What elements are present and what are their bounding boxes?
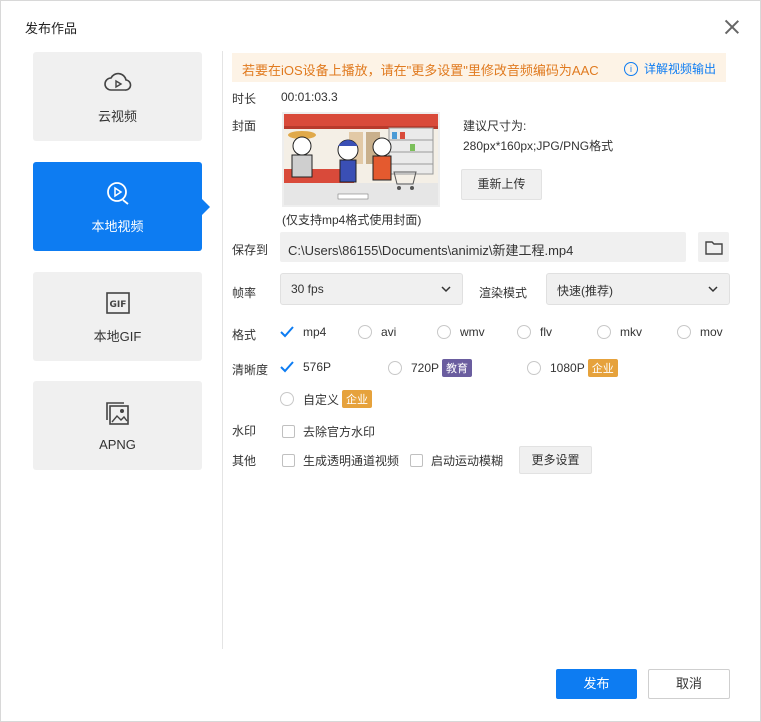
cover-hint-title: 建议尺寸为: xyxy=(463,119,527,133)
radio-circle xyxy=(517,325,531,339)
duration-label: 时长 xyxy=(232,92,257,106)
sidebar-item-local-video[interactable]: 本地视频 xyxy=(33,162,210,251)
checkbox xyxy=(282,454,295,467)
video-output-help-link[interactable]: i 详解视频输出 xyxy=(623,60,716,77)
chevron-down-icon xyxy=(441,286,451,293)
help-link-label: 详解视频输出 xyxy=(643,62,716,76)
publish-button[interactable]: 发布 xyxy=(556,669,637,699)
enterprise-badge: 企业 xyxy=(342,390,373,408)
radio-circle xyxy=(677,325,691,339)
chevron-down-icon xyxy=(708,286,718,293)
render-mode-value: 快速(推荐) xyxy=(557,284,613,298)
sidebar-item-label: 云视频 xyxy=(97,109,137,124)
checkbox-label: 去除官方水印 xyxy=(303,425,376,439)
format-option-mov[interactable]: mov xyxy=(677,325,723,339)
resolution-option-1080p[interactable]: 1080P 企业 xyxy=(527,359,618,377)
cover-hint-size: 280px*160px;JPG/PNG格式 xyxy=(463,139,614,153)
radio-circle xyxy=(358,325,372,339)
duration-value: 00:01:03.3 xyxy=(281,90,338,104)
other-label: 其他 xyxy=(232,454,257,468)
video-play-icon xyxy=(103,178,133,208)
sidebar-item-cloud-video[interactable]: 云视频 xyxy=(33,52,202,141)
checkbox xyxy=(282,425,295,438)
enterprise-badge: 企业 xyxy=(587,359,618,377)
sidebar-item-label: APNG xyxy=(99,437,136,452)
divider xyxy=(222,51,223,649)
framerate-value: 30 fps xyxy=(291,282,324,296)
format-option-label: wmv xyxy=(460,325,485,339)
resolution-label: 清晰度 xyxy=(232,363,269,377)
ios-notice-banner: 若要在iOS设备上播放，请在"更多设置"里修改音频编码为AAC i 详解视频输出 xyxy=(232,53,726,82)
framerate-select[interactable]: 30 fps xyxy=(280,273,463,305)
radio-circle xyxy=(527,361,541,375)
gif-icon: GIF xyxy=(103,288,133,318)
watermark-label: 水印 xyxy=(232,424,257,438)
cloud-play-icon xyxy=(103,68,133,98)
reupload-button[interactable]: 重新上传 xyxy=(461,169,542,200)
format-option-label: mkv xyxy=(620,325,642,339)
render-mode-select[interactable]: 快速(推荐) xyxy=(546,273,730,305)
notice-text: 若要在iOS设备上播放，请在"更多设置"里修改音频编码为AAC xyxy=(242,63,599,78)
radio-circle xyxy=(280,392,294,406)
cover-note: (仅支持mp4格式使用封面) xyxy=(282,213,422,227)
format-option-avi[interactable]: avi xyxy=(358,325,396,339)
publish-dialog: 发布作品 云视频 本地视频 GIF 本地GIF APNG 若要在iOS设备上播放… xyxy=(0,0,761,722)
format-option-wmv[interactable]: wmv xyxy=(437,325,485,339)
motion-blur-checkbox[interactable]: 启动运动模糊 xyxy=(410,452,503,469)
resolution-option-576p[interactable]: 576P xyxy=(280,360,331,374)
resolution-option-label: 576P xyxy=(303,360,332,374)
svg-text:GIF: GIF xyxy=(109,300,126,310)
resolution-option-720p[interactable]: 720P 教育 xyxy=(388,359,473,377)
radio-circle xyxy=(437,325,451,339)
checkmark-icon xyxy=(280,360,294,374)
format-option-label: mp4 xyxy=(303,325,327,339)
edu-badge: 教育 xyxy=(442,359,473,377)
browse-folder-button[interactable] xyxy=(698,232,729,262)
dialog-title: 发布作品 xyxy=(25,21,78,36)
format-option-label: avi xyxy=(381,325,397,339)
save-to-label: 保存到 xyxy=(232,243,269,257)
image-icon xyxy=(103,399,133,429)
checkmark-icon xyxy=(280,325,294,339)
checkbox-label: 启动运动模糊 xyxy=(431,454,504,468)
sidebar-item-label: 本地视频 xyxy=(91,219,144,234)
cover-thumbnail[interactable] xyxy=(282,112,440,207)
cover-label: 封面 xyxy=(232,119,257,133)
checkbox xyxy=(410,454,423,467)
folder-icon xyxy=(704,240,723,255)
sidebar-item-label: 本地GIF xyxy=(93,329,142,344)
save-path-field[interactable]: C:\Users\86155\Documents\animiz\新建工程.mp4 xyxy=(280,232,686,262)
resolution-option-label: 1080P xyxy=(550,361,585,375)
format-option-label: flv xyxy=(540,325,552,339)
alpha-channel-checkbox[interactable]: 生成透明通道视频 xyxy=(282,452,399,469)
sidebar-item-local-gif[interactable]: GIF 本地GIF xyxy=(33,272,202,361)
format-option-mkv[interactable]: mkv xyxy=(597,325,642,339)
resolution-option-label: 自定义 xyxy=(303,392,340,407)
info-icon: i xyxy=(623,61,638,76)
remove-watermark-checkbox[interactable]: 去除官方水印 xyxy=(282,423,375,440)
checkbox-label: 生成透明通道视频 xyxy=(303,454,400,468)
radio-circle xyxy=(597,325,611,339)
render-mode-label: 渲染模式 xyxy=(479,286,528,300)
cancel-button[interactable]: 取消 xyxy=(648,669,730,699)
resolution-option-label: 720P xyxy=(411,361,440,375)
format-option-flv[interactable]: flv xyxy=(517,325,552,339)
save-path-value: C:\Users\86155\Documents\animiz\新建工程.mp4 xyxy=(288,243,574,258)
close-icon[interactable] xyxy=(724,19,740,35)
sidebar-item-apng[interactable]: APNG xyxy=(33,381,202,470)
format-option-label: mov xyxy=(700,325,723,339)
format-label: 格式 xyxy=(232,328,257,342)
resolution-option-custom[interactable]: 自定义 企业 xyxy=(280,390,373,408)
radio-circle xyxy=(388,361,402,375)
more-settings-button[interactable]: 更多设置 xyxy=(519,446,592,474)
format-option-mp4[interactable]: mp4 xyxy=(280,325,326,339)
framerate-label: 帧率 xyxy=(232,286,257,300)
